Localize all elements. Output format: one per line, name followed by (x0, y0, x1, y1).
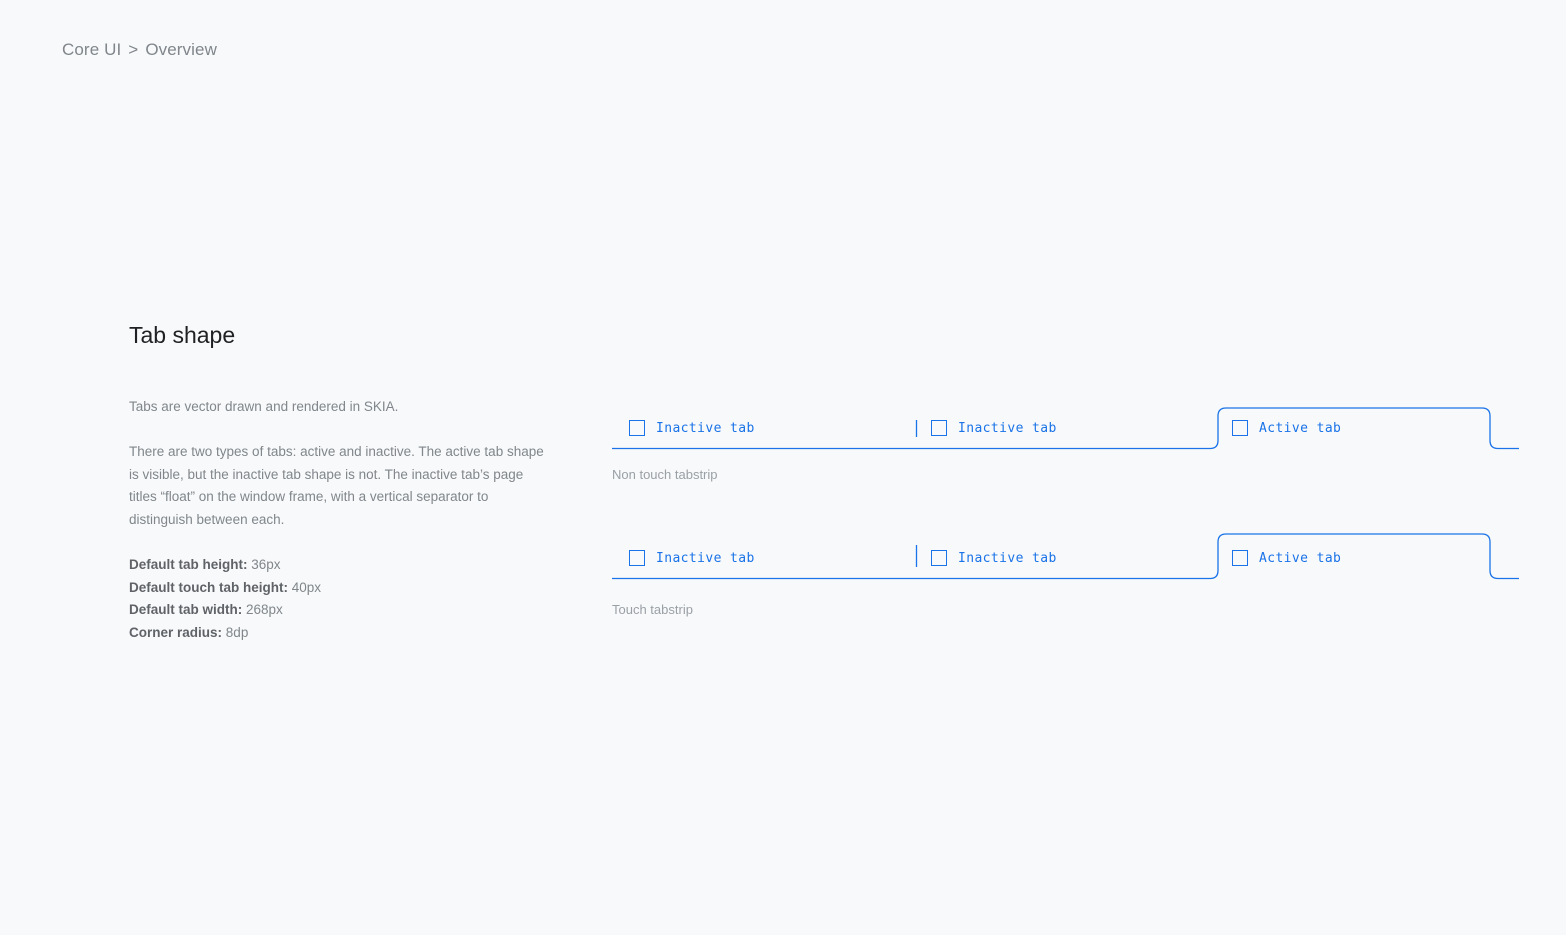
description: Tabs are vector drawn and rendered in SK… (129, 396, 549, 554)
favicon-square-icon (629, 420, 645, 436)
favicon-square-icon (1232, 420, 1248, 436)
touch-tabstrip: Inactive tab Inactive tab Active tab (612, 532, 1519, 582)
spec-row: Default touch tab height: 40px (129, 577, 321, 600)
tab-label: Inactive tab (656, 550, 755, 566)
spec-value: 36px (251, 557, 281, 572)
tab-label: Active tab (1259, 420, 1342, 436)
tab-inactive[interactable]: Inactive tab (629, 418, 755, 438)
tab-inactive[interactable]: Inactive tab (931, 548, 1057, 568)
description-paragraph: Tabs are vector drawn and rendered in SK… (129, 399, 399, 414)
spec-row: Default tab height: 36px (129, 554, 321, 577)
breadcrumb-separator: > (128, 40, 139, 59)
tab-label: Inactive tab (656, 420, 755, 436)
description-paragraph: There are two types of tabs: active and … (129, 444, 544, 527)
favicon-square-icon (629, 550, 645, 566)
spec-label: Corner radius: (129, 624, 223, 640)
tab-label: Inactive tab (958, 550, 1057, 566)
breadcrumb-root[interactable]: Core UI (62, 40, 121, 59)
spec-label: Default touch tab height: (129, 579, 288, 595)
spec-value: 8dp (225, 624, 249, 640)
spec-value: 40px (291, 579, 322, 595)
spec-label: Default tab width: (129, 602, 243, 617)
tab-active[interactable]: Active tab (1232, 418, 1341, 438)
favicon-square-icon (931, 420, 947, 436)
favicon-square-icon (931, 550, 947, 566)
breadcrumb: Core UI > Overview (62, 40, 217, 60)
tabstrip-caption: Non touch tabstrip (612, 467, 718, 482)
non-touch-tabstrip: Inactive tab Inactive tab Active tab (612, 406, 1519, 456)
page-title: Tab shape (129, 322, 236, 348)
spec-value: 268px (246, 602, 283, 617)
spec-label: Default tab height: (129, 557, 248, 572)
tab-label: Active tab (1259, 550, 1342, 566)
favicon-square-icon (1232, 550, 1248, 566)
spec-row: Default tab width: 268px (129, 599, 321, 622)
tab-inactive[interactable]: Inactive tab (629, 548, 755, 568)
tab-active[interactable]: Active tab (1232, 548, 1341, 568)
tab-specs-list: Default tab height: 36px Default touch t… (129, 554, 321, 644)
tab-inactive[interactable]: Inactive tab (931, 418, 1057, 438)
spec-row: Corner radius: 8dp (129, 622, 321, 645)
tab-label: Inactive tab (958, 420, 1057, 436)
tabstrip-caption: Touch tabstrip (612, 602, 693, 617)
breadcrumb-current: Overview (145, 40, 217, 59)
